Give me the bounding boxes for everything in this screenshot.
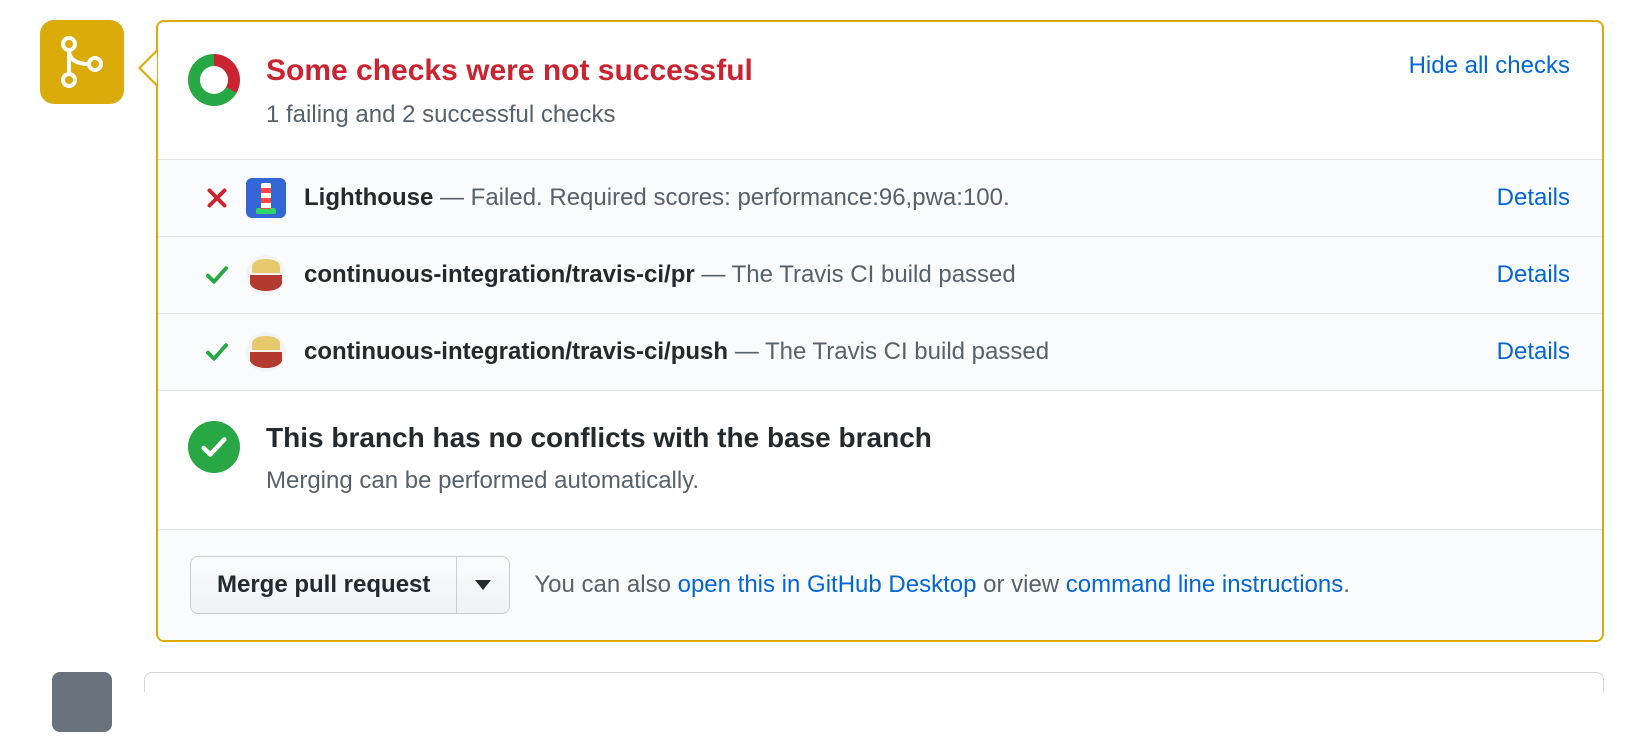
check-icon	[205, 340, 229, 364]
open-in-desktop-link[interactable]: open this in GitHub Desktop	[678, 571, 977, 598]
merge-pull-request-button[interactable]: Merge pull request	[190, 556, 457, 614]
check-row: continuous-integration/travis-ci/push — …	[158, 313, 1602, 390]
hide-all-checks-link[interactable]: Hide all checks	[1409, 48, 1570, 84]
user-avatar	[52, 672, 112, 732]
checks-status-subtitle: 1 failing and 2 successful checks	[266, 97, 1389, 133]
check-row: continuous-integration/travis-ci/pr — Th…	[158, 236, 1602, 313]
merge-hint-text: You can also open this in GitHub Desktop…	[534, 567, 1350, 603]
check-row: Lighthouse — Failed. Required scores: pe…	[158, 160, 1602, 236]
merge-status-badge	[40, 20, 124, 104]
travis-avatar-icon	[246, 255, 286, 295]
x-icon	[205, 186, 229, 210]
check-details-link[interactable]: Details	[1497, 180, 1570, 216]
check-description: The Travis CI build passed	[765, 338, 1049, 365]
checks-donut-icon	[188, 54, 240, 106]
success-check-icon	[188, 421, 240, 473]
check-details-link[interactable]: Details	[1497, 334, 1570, 370]
conflict-status-subtitle: Merging can be performed automatically.	[266, 463, 932, 499]
check-details-link[interactable]: Details	[1497, 257, 1570, 293]
travis-avatar-icon	[246, 332, 286, 372]
check-icon	[205, 263, 229, 287]
comment-box-top[interactable]	[144, 672, 1604, 692]
checks-status-title: Some checks were not successful	[266, 48, 1389, 93]
lighthouse-avatar-icon	[246, 178, 286, 218]
merge-panel: Some checks were not successful 1 failin…	[156, 20, 1604, 642]
git-merge-icon	[59, 34, 105, 90]
check-context: Lighthouse	[304, 184, 433, 211]
check-description: Failed. Required scores: performance:96,…	[471, 184, 1010, 211]
check-context: continuous-integration/travis-ci/push	[304, 338, 728, 365]
checks-list: Lighthouse — Failed. Required scores: pe…	[158, 159, 1602, 390]
conflict-status-title: This branch has no conflicts with the ba…	[266, 417, 932, 459]
caret-down-icon	[475, 580, 491, 590]
command-line-instructions-link[interactable]: command line instructions	[1066, 571, 1343, 598]
check-context: continuous-integration/travis-ci/pr	[304, 261, 695, 288]
check-description: The Travis CI build passed	[732, 261, 1016, 288]
merge-dropdown-button[interactable]	[457, 556, 510, 614]
